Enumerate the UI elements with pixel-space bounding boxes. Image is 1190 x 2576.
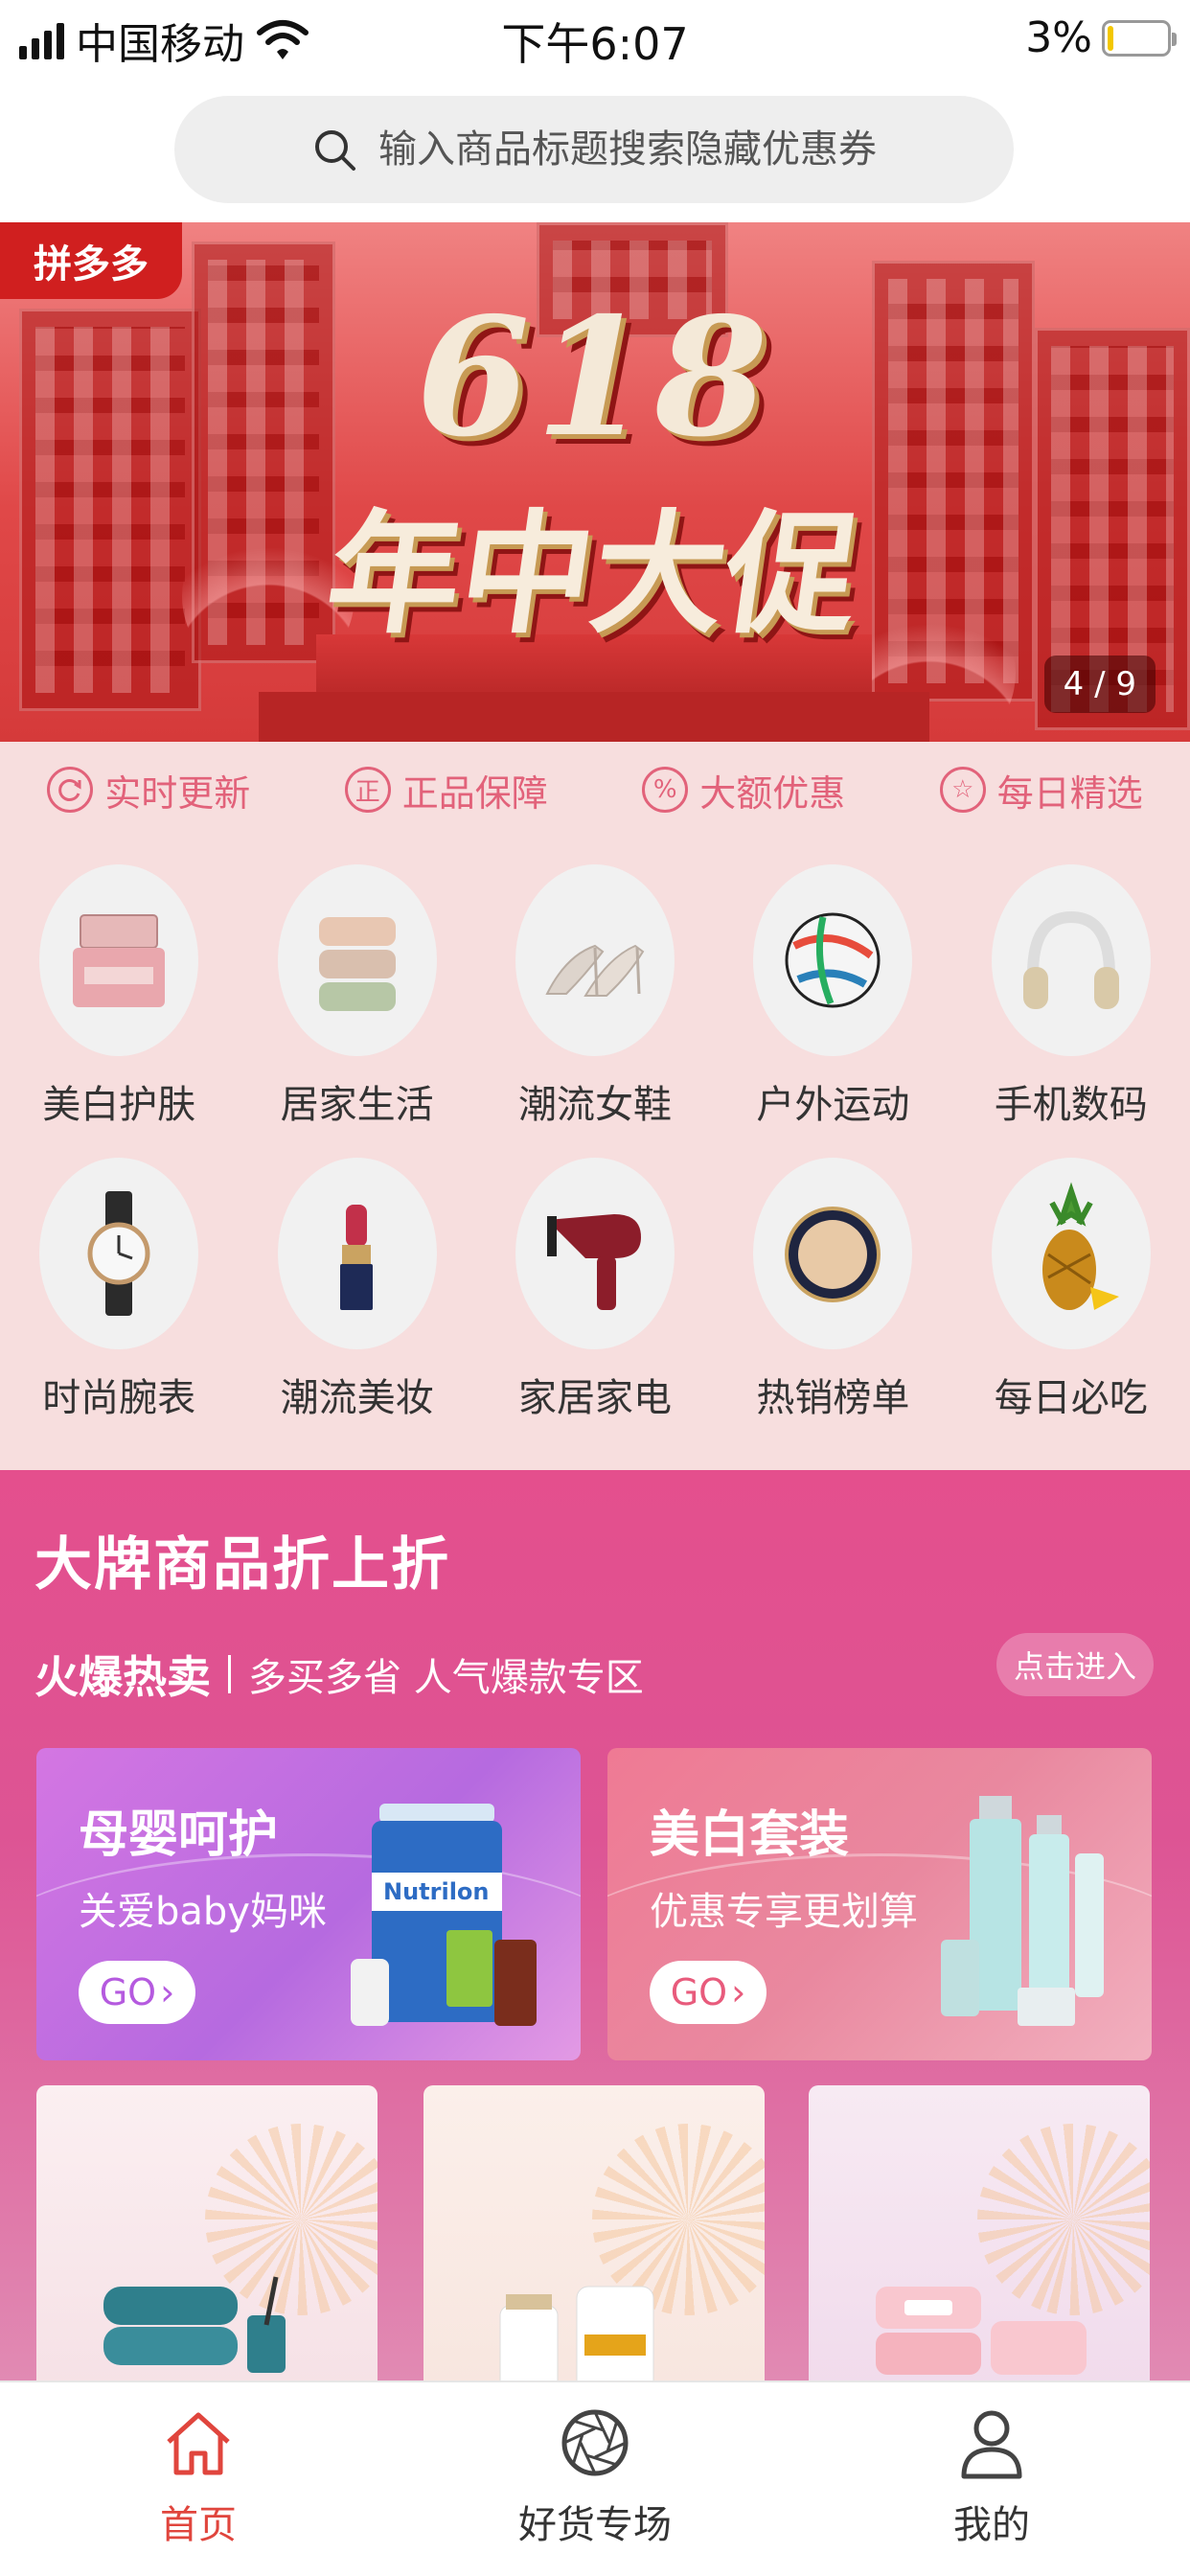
- promo-subtitle: 火爆热卖 多买多省 人气爆款专区: [34, 1643, 644, 1706]
- promo-description: 多买多省 人气爆款专区: [248, 1656, 644, 1700]
- enter-button[interactable]: 点击进入: [996, 1633, 1154, 1696]
- category-home-appliances[interactable]: 家居家电: [476, 1158, 714, 1422]
- category-daily-food[interactable]: 每日必吃: [952, 1158, 1190, 1422]
- category-womens-shoes[interactable]: 潮流女鞋: [476, 864, 714, 1129]
- refresh-icon: [47, 767, 94, 813]
- headphones-icon: [1022, 910, 1119, 1009]
- genuine-icon: 正: [344, 767, 391, 813]
- heels-icon: [545, 944, 645, 997]
- skincare-jar-icon: [73, 914, 166, 1007]
- category-label: 潮流美妆: [280, 1376, 434, 1420]
- banner-pager: 4 / 9: [1043, 656, 1156, 713]
- wristwatch-icon: [87, 1191, 150, 1316]
- promo-card-subtitle: 优惠专享更划算: [650, 1890, 918, 1934]
- guarantee-daily: ☆ 每日精选: [939, 764, 1143, 816]
- category-phone-digital[interactable]: 手机数码: [952, 864, 1190, 1129]
- search-icon: [315, 130, 355, 171]
- user-icon: [961, 2410, 1022, 2479]
- lipstick-icon: [339, 1205, 373, 1310]
- tab-label: 我的: [953, 2503, 1030, 2547]
- promo-hot-label: 火爆热卖: [34, 1651, 211, 1703]
- guarantee-genuine: 正 正品保障: [344, 764, 548, 816]
- banner-headline-text: 年中大促: [317, 497, 869, 652]
- supplement-bottles-product-image: [499, 2286, 654, 2392]
- aperture-icon: [561, 2409, 629, 2476]
- guarantee-discount: % 大额优惠: [642, 764, 845, 816]
- go-label: GO: [99, 1971, 157, 2013]
- tab-good-deals[interactable]: 好货专场: [397, 2382, 793, 2576]
- promo-separator: [228, 1655, 231, 1693]
- home-icon: [167, 2412, 230, 2475]
- towels-icon: [318, 917, 396, 1011]
- go-label: GO: [670, 1971, 728, 2013]
- category-outdoor-sports[interactable]: 户外运动: [714, 864, 951, 1129]
- guarantee-row: 实时更新 正 正品保障 % 大额优惠 ☆ 每日精选: [0, 742, 1190, 838]
- chevron-right-icon: ›: [731, 1971, 746, 2013]
- category-label: 户外运动: [756, 1083, 910, 1127]
- tab-label: 好货专场: [518, 2503, 672, 2547]
- bottom-tab-bar: 首页 好货专场 我的: [0, 2380, 1190, 2576]
- wet-wipes-product-image: [876, 2287, 1087, 2375]
- product-card[interactable]: [809, 2085, 1150, 2392]
- go-button[interactable]: GO ›: [79, 1961, 195, 2024]
- tab-profile[interactable]: 我的: [793, 2382, 1190, 2576]
- category-label: 每日必吃: [994, 1376, 1148, 1420]
- promo-section: 大牌商品折上折 火爆热卖 多买多省 人气爆款专区 点击进入 母婴呵护 关爱bab…: [0, 1470, 1190, 2392]
- category-bestsellers[interactable]: 热销榜单: [714, 1158, 951, 1422]
- football-icon: [785, 912, 881, 1008]
- app-page: 中国移动 下午6:07 3% 拼多多 618: [0, 0, 1190, 2576]
- pineapple-icon: [1041, 1182, 1119, 1310]
- category-label: 家居家电: [517, 1376, 672, 1420]
- towel-set-product-image: [103, 2276, 286, 2373]
- product-card[interactable]: [423, 2085, 765, 2392]
- promo-card-title: 母婴呵护: [79, 1806, 279, 1864]
- cushion-compact-icon: [785, 1207, 881, 1302]
- tab-label: 首页: [160, 2503, 237, 2547]
- promo-card-mother-baby[interactable]: 母婴呵护 关爱baby妈咪 GO › Nutrilon: [36, 1748, 581, 2060]
- category-label: 美白护肤: [42, 1083, 196, 1127]
- guarantee-realtime: 实时更新: [47, 764, 250, 816]
- guarantee-label: 实时更新: [104, 771, 251, 815]
- category-beauty-skincare[interactable]: 美白护肤: [0, 864, 238, 1129]
- promo-title: 大牌商品折上折: [34, 1531, 450, 1598]
- search-input[interactable]: [378, 127, 877, 172]
- category-label: 时尚腕表: [42, 1376, 196, 1420]
- category-home-living[interactable]: 居家生活: [238, 864, 475, 1129]
- category-watches[interactable]: 时尚腕表: [0, 1158, 238, 1422]
- promo-card-subtitle: 关爱baby妈咪: [79, 1890, 327, 1934]
- guarantee-label: 正品保障: [401, 771, 548, 815]
- status-time: 下午6:07: [501, 18, 689, 70]
- promo-card-title: 美白套装: [650, 1806, 850, 1864]
- discount-icon: %: [642, 767, 689, 813]
- product-brand-text: Nutrilon: [383, 1878, 490, 1905]
- battery-icon: [1102, 19, 1177, 57]
- search-bar[interactable]: [174, 96, 1014, 203]
- battery-percent: 3%: [1025, 13, 1092, 62]
- promo-banner[interactable]: 拼多多 618 年中大促 4 / 9: [0, 222, 1190, 742]
- category-grid: 美白护肤 居家生活 潮流女鞋 户外运动 手机数码 时尚腕表 潮流美妆 家居家电 …: [0, 838, 1190, 1470]
- status-bar: 中国移动 下午6:07 3%: [0, 0, 1190, 80]
- go-button[interactable]: GO ›: [650, 1961, 767, 2024]
- tab-home[interactable]: 首页: [0, 2382, 397, 2576]
- hairdryer-icon: [546, 1214, 641, 1310]
- guarantee-label: 大额优惠: [699, 771, 846, 815]
- star-icon: ☆: [939, 767, 986, 813]
- banner-headline-number: 618: [416, 282, 774, 473]
- battery-group: 3%: [1025, 13, 1177, 62]
- promo-card-whitening-set[interactable]: 美白套装 优惠专享更划算 GO ›: [607, 1748, 1152, 2060]
- milk-powder-product-image: Nutrilon: [351, 1804, 537, 2026]
- category-label: 手机数码: [994, 1083, 1148, 1127]
- category-label: 潮流女鞋: [517, 1083, 672, 1127]
- category-label: 热销榜单: [756, 1376, 910, 1420]
- chevron-right-icon: ›: [160, 1971, 175, 2013]
- banner-stage-base: [259, 692, 929, 742]
- category-makeup[interactable]: 潮流美妆: [238, 1158, 475, 1422]
- category-label: 居家生活: [280, 1083, 434, 1127]
- guarantee-label: 每日精选: [996, 771, 1143, 815]
- product-card[interactable]: [36, 2085, 378, 2392]
- skincare-set-product-image: [941, 1796, 1104, 2026]
